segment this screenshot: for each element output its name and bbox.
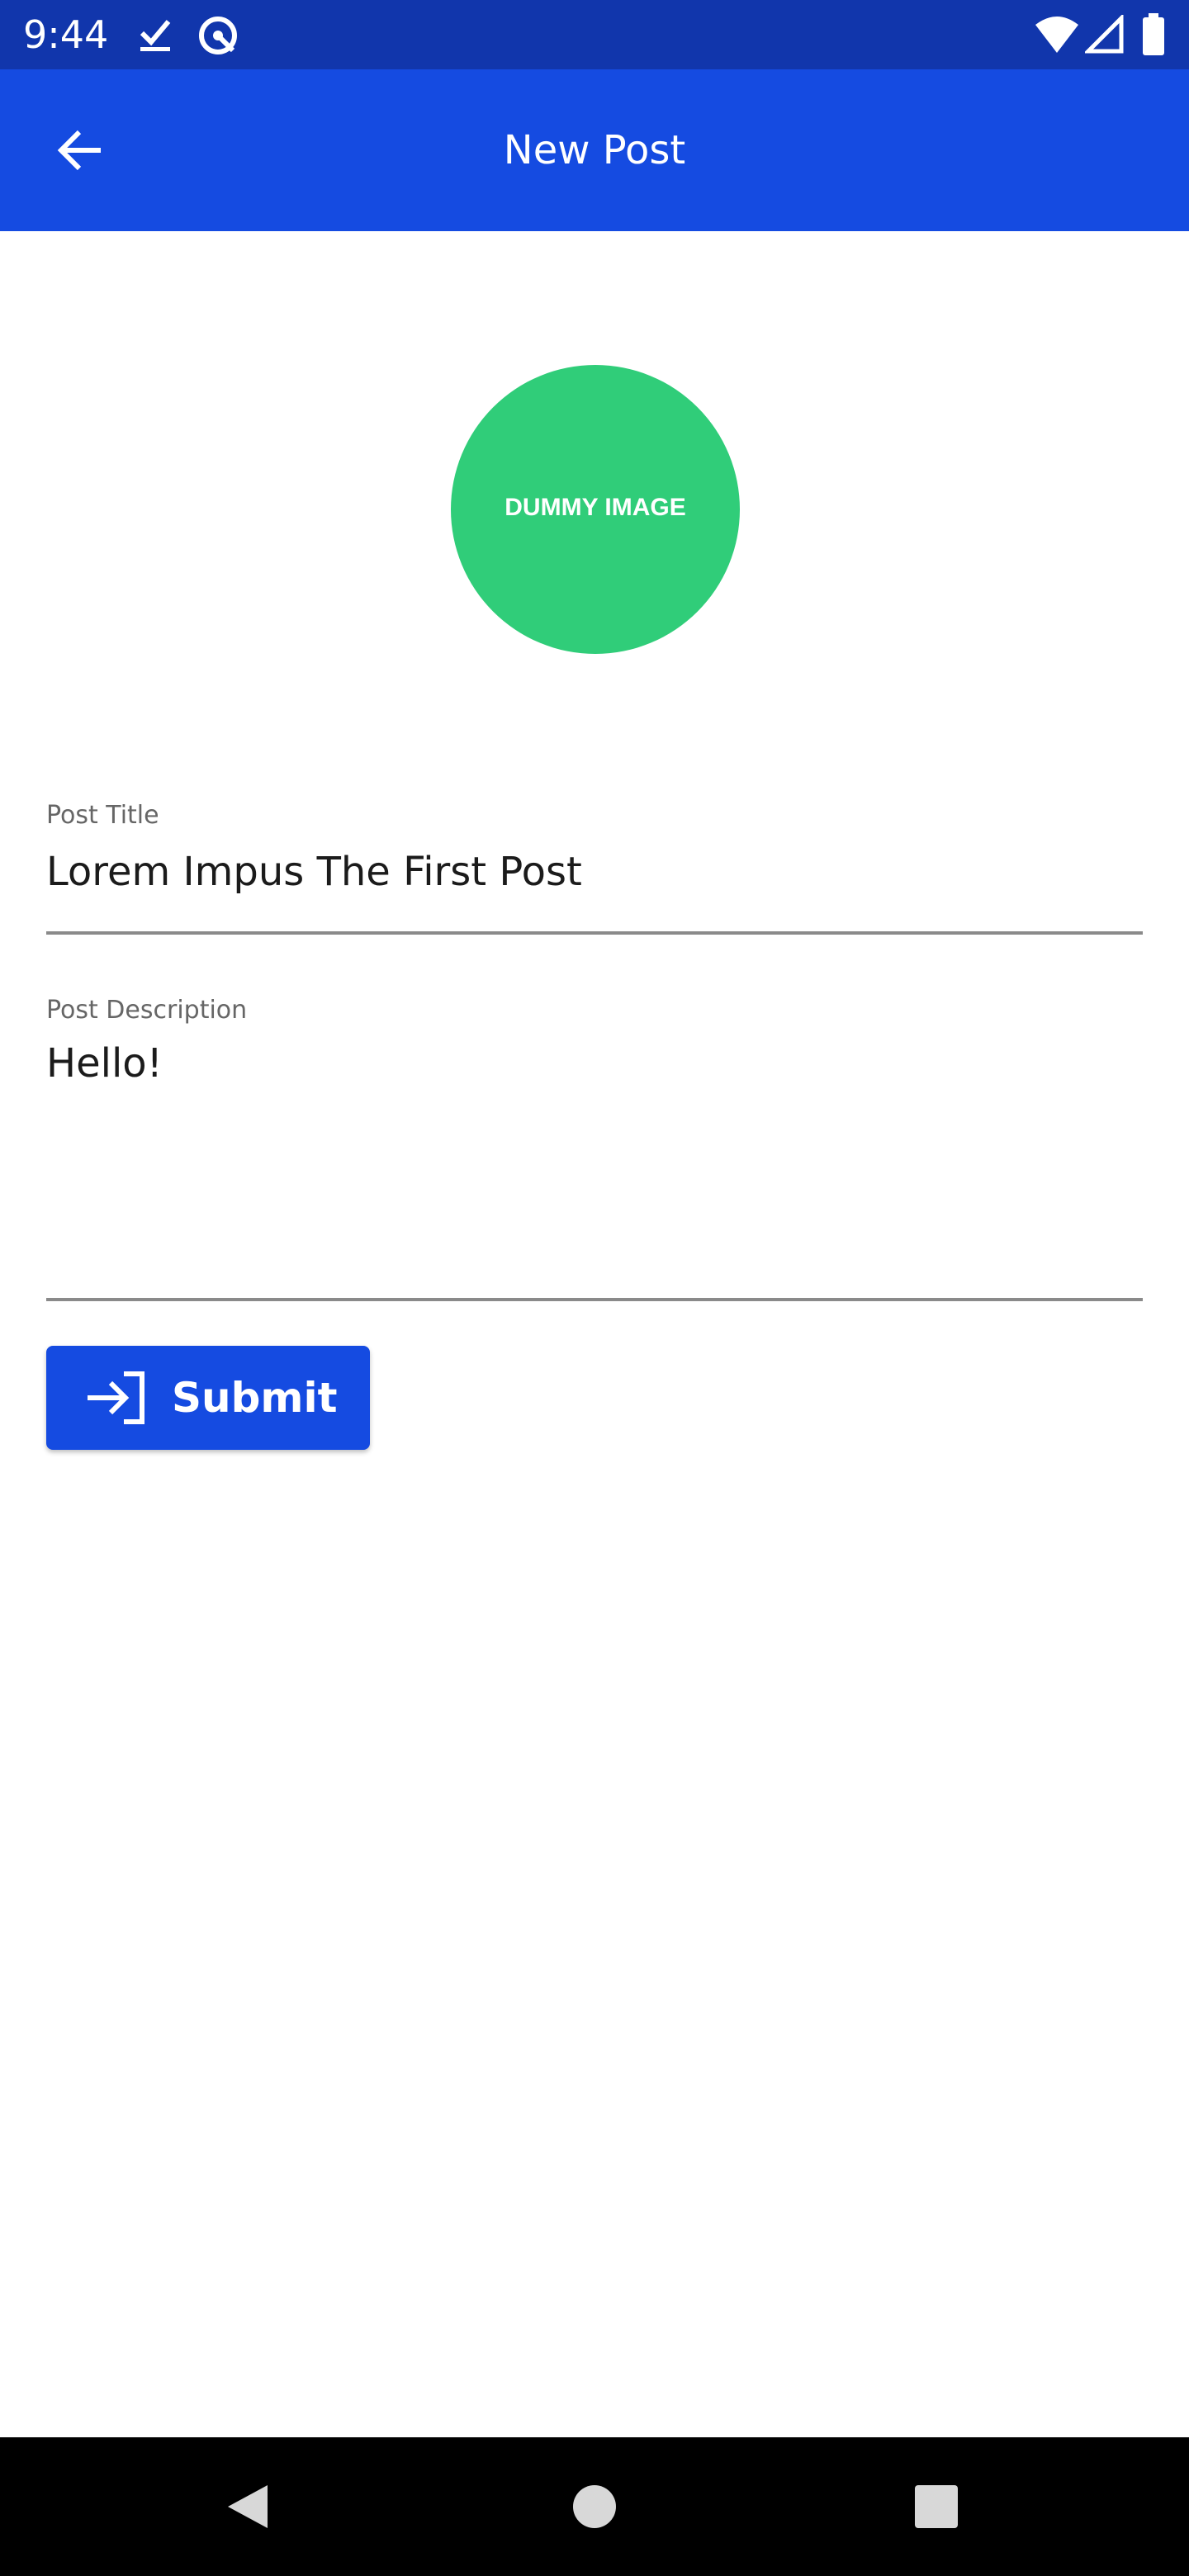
post-description-input[interactable]: Hello! (46, 1037, 163, 1090)
back-button[interactable] (35, 111, 127, 190)
post-image-placeholder-text: DUMMY IMAGE (504, 494, 686, 521)
post-description-field[interactable]: Post Description Hello! (46, 994, 1143, 1306)
login-arrow-icon (88, 1371, 144, 1424)
system-home-button[interactable] (547, 2459, 642, 2555)
checkmark-icon (140, 20, 171, 51)
home-circle-icon (573, 2485, 616, 2528)
post-title-underline (46, 931, 1143, 935)
recents-square-icon (915, 2485, 958, 2528)
battery-icon (1143, 13, 1164, 55)
post-description-label: Post Description (46, 996, 248, 1025)
back-triangle-icon (228, 2485, 268, 2528)
wifi-icon (1035, 17, 1078, 53)
assistant-icon (199, 17, 237, 54)
post-title-field[interactable]: Post Title Lorem Impus The First Post (46, 799, 1143, 936)
post-image-picker[interactable]: DUMMY IMAGE (451, 365, 740, 654)
status-time: 9:44 (23, 12, 109, 57)
system-recents-button[interactable] (888, 2459, 984, 2555)
post-title-label: Post Title (46, 801, 159, 830)
submit-button[interactable]: Submit (46, 1346, 370, 1450)
system-navigation-bar (0, 2437, 1189, 2576)
app-bar: New Post (0, 69, 1189, 231)
submit-label: Submit (172, 1374, 338, 1422)
post-description-underline (46, 1298, 1143, 1301)
system-back-button[interactable] (200, 2459, 296, 2555)
status-bar: 9:44 (0, 0, 1189, 69)
cellular-signal-icon (1085, 15, 1124, 54)
page-title: New Post (503, 127, 686, 173)
post-title-input[interactable]: Lorem Impus The First Post (46, 845, 582, 898)
arrow-left-icon (57, 130, 101, 171)
